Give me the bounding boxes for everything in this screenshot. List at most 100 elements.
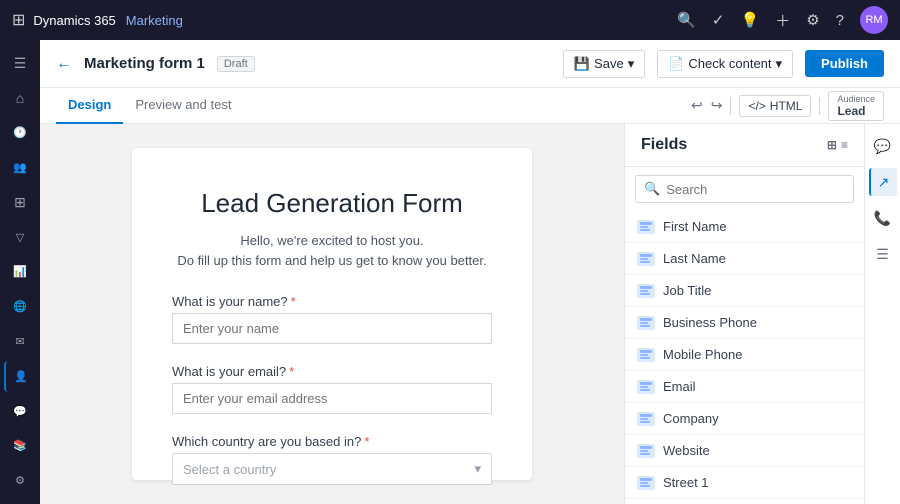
form-group-country: Which country are you based in? * Select… [172, 434, 492, 485]
field-type-icon [637, 348, 655, 362]
field-name: Street 1 [663, 475, 709, 490]
phone-panel-icon[interactable]: 📞 [869, 204, 897, 232]
status-badge: Draft [217, 56, 255, 72]
settings-icon[interactable]: ⚙ [806, 11, 819, 29]
form-label-country: Which country are you based in? * [172, 434, 492, 449]
check-content-button[interactable]: 📄 Check content ▾ [657, 50, 793, 78]
field-type-icon [637, 380, 655, 394]
fields-list: First Name Last Name Job Title [625, 211, 864, 504]
list-item[interactable]: First Name [625, 211, 864, 243]
check-dropdown-icon[interactable]: ▾ [776, 56, 783, 72]
form-label-email: What is your email? * [172, 364, 492, 379]
sidebar-contact[interactable]: 👤 [4, 361, 36, 392]
list-item[interactable]: Last Name [625, 243, 864, 275]
list-item[interactable]: Job Title [625, 275, 864, 307]
tab-design[interactable]: Design [56, 88, 123, 124]
body-area: Lead Generation Form Hello, we're excite… [40, 124, 900, 504]
field-name: Business Phone [663, 315, 757, 330]
html-button[interactable]: </> HTML [739, 95, 811, 117]
main-layout: ☰ ⌂ 🕐 👥 ⊞ ▽ 📊 🌐 ✉ 👤 💬 📚 ⚙ ← Marketing fo… [0, 40, 900, 504]
content-area: ← Marketing form 1 Draft 💾 Save ▾ 📄 Chec… [40, 40, 900, 504]
field-name: Website [663, 443, 710, 458]
audience-button[interactable]: Audience Lead [828, 91, 884, 121]
fields-panel: Fields ⊞ ≡ 🔍 First [624, 124, 864, 504]
search-icon: 🔍 [644, 181, 660, 197]
search-icon[interactable]: 🔍 [677, 11, 696, 29]
page-title: Marketing form 1 [84, 55, 205, 72]
sidebar-chat[interactable]: 💬 [4, 396, 36, 427]
form-title: Lead Generation Form [172, 188, 492, 219]
app-logo: Dynamics 365 Marketing [33, 13, 182, 28]
recent-icon[interactable]: ✓ [712, 11, 725, 29]
divider2 [819, 97, 820, 115]
save-button[interactable]: 💾 Save ▾ [563, 50, 645, 78]
fields-search-input[interactable] [666, 182, 845, 197]
apps-icon[interactable]: ⊞ [12, 10, 25, 30]
sidebar-people[interactable]: 👥 [4, 152, 36, 183]
toolbar-icons: ↩ ↪ </> HTML Audience Lead [691, 91, 884, 121]
sidebar-hamburger[interactable]: ☰ [4, 48, 36, 79]
publish-button[interactable]: Publish [805, 50, 884, 77]
html-code-icon: </> [748, 99, 765, 113]
field-name: First Name [663, 219, 727, 234]
field-type-icon [637, 316, 655, 330]
list-item[interactable]: Street 1 [625, 467, 864, 499]
sidebar-library[interactable]: 📚 [4, 430, 36, 461]
field-name: Job Title [663, 283, 711, 298]
redo-icon[interactable]: ↪ [711, 97, 723, 114]
tab-preview[interactable]: Preview and test [123, 88, 243, 124]
field-type-icon [637, 284, 655, 298]
sidebar-analytics[interactable]: 📊 [4, 257, 36, 288]
sub-header: ← Marketing form 1 Draft 💾 Save ▾ 📄 Chec… [40, 40, 900, 88]
required-indicator: * [291, 294, 296, 309]
list-item[interactable]: Mobile Phone [625, 339, 864, 371]
required-indicator3: * [364, 434, 369, 449]
form-group-name: What is your name? * [172, 294, 492, 344]
country-select[interactable]: Select a country ▾ [172, 453, 492, 485]
lightbulb-icon[interactable]: 💡 [741, 11, 760, 29]
save-icon: 💾 [574, 56, 590, 72]
list-item[interactable]: Website [625, 435, 864, 467]
form-description: Hello, we're excited to host you.Do fill… [172, 231, 492, 270]
list-item[interactable]: Email [625, 371, 864, 403]
fields-title: Fields [641, 136, 687, 154]
sidebar-grid[interactable]: ⊞ [4, 187, 36, 218]
panel-icon2[interactable]: ≡ [841, 138, 848, 152]
back-button[interactable]: ← [56, 55, 72, 73]
form-label-name: What is your name? * [172, 294, 492, 309]
help-icon[interactable]: ? [836, 12, 844, 29]
field-name: Last Name [663, 251, 726, 266]
sidebar-filter[interactable]: ▽ [4, 222, 36, 253]
undo-icon[interactable]: ↩ [691, 97, 703, 114]
module-name: Marketing [126, 13, 183, 28]
name-input[interactable] [172, 313, 492, 344]
panel-icon1[interactable]: ⊞ [827, 138, 837, 152]
add-icon[interactable]: ＋ [775, 10, 790, 31]
required-indicator2: * [289, 364, 294, 379]
list-panel-icon[interactable]: ☰ [869, 240, 897, 268]
audience-label: Audience [837, 94, 875, 104]
tabs-bar: Design Preview and test ↩ ↪ </> HTML Aud… [40, 88, 900, 124]
chevron-down-icon: ▾ [474, 461, 481, 477]
avatar[interactable]: RM [860, 6, 888, 34]
save-dropdown-icon[interactable]: ▾ [628, 56, 635, 72]
comment-panel-icon[interactable]: 💬 [869, 132, 897, 160]
fields-panel-icon[interactable]: ↗ [869, 168, 897, 196]
list-item[interactable]: Company [625, 403, 864, 435]
list-item[interactable]: Street 2 [625, 499, 864, 504]
field-type-icon [637, 412, 655, 426]
sidebar-recent[interactable]: 🕐 [4, 118, 36, 149]
sidebar-world[interactable]: 🌐 [4, 291, 36, 322]
field-name: Email [663, 379, 696, 394]
form-card: Lead Generation Form Hello, we're excite… [132, 148, 532, 480]
sidebar-settings2[interactable]: ⚙ [4, 465, 36, 496]
far-right-panel: 💬 ↗ 📞 ☰ [864, 124, 900, 504]
form-canvas: Lead Generation Form Hello, we're excite… [40, 124, 624, 504]
sidebar-home[interactable]: ⌂ [4, 83, 36, 114]
field-name: Mobile Phone [663, 347, 743, 362]
email-input[interactable] [172, 383, 492, 414]
list-item[interactable]: Business Phone [625, 307, 864, 339]
fields-search-box[interactable]: 🔍 [635, 175, 854, 203]
audience-value: Lead [837, 104, 865, 118]
sidebar-email[interactable]: ✉ [4, 326, 36, 357]
